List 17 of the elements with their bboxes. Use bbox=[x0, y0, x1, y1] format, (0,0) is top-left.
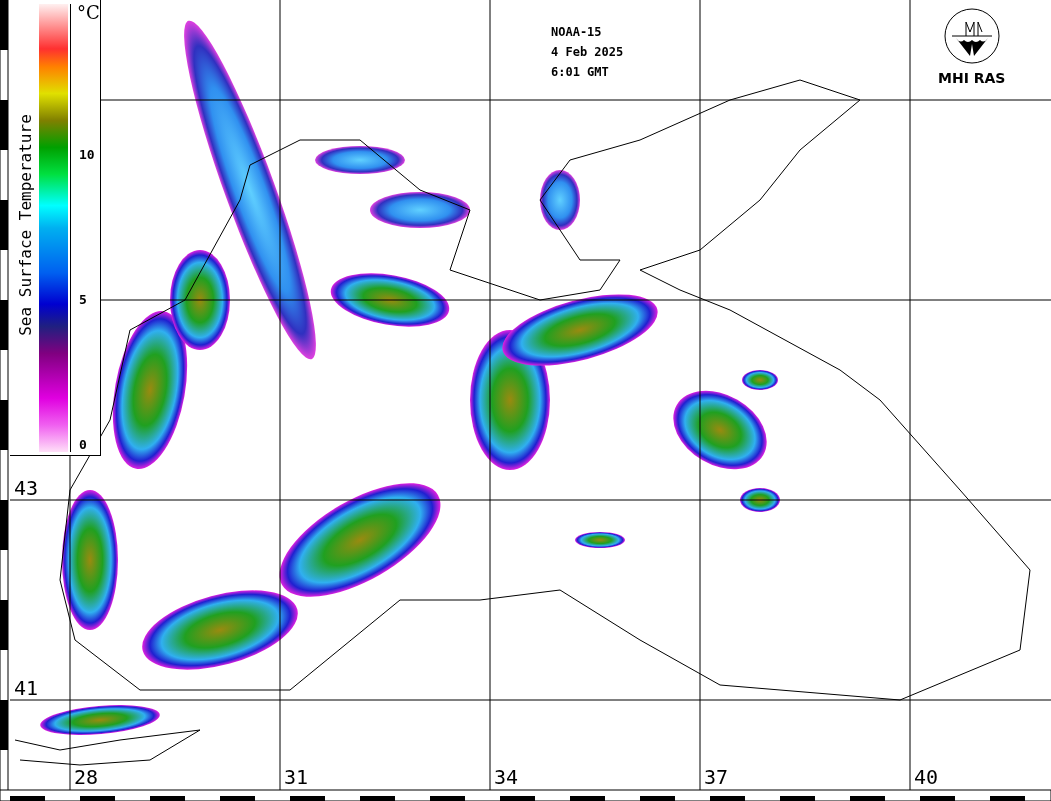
scale-tick-label: 10 bbox=[79, 147, 95, 163]
latitude-label: 41 bbox=[14, 677, 39, 699]
longitude-label: 37 bbox=[704, 766, 729, 788]
scale-tick-label: 0 bbox=[79, 437, 87, 453]
institute-name: MHI RAS bbox=[938, 70, 1006, 86]
longitude-label: 40 bbox=[914, 766, 939, 788]
longitude-label: 31 bbox=[284, 766, 309, 788]
unit-label: °C bbox=[77, 2, 100, 23]
image-time: 6:01 GMT bbox=[551, 64, 610, 81]
longitude-label: 34 bbox=[494, 766, 519, 788]
image-date: 4 Feb 2025 bbox=[551, 44, 624, 61]
longitude-label: 28 bbox=[74, 766, 99, 788]
latitude-label: 43 bbox=[14, 477, 39, 499]
scale-tick-label: 5 bbox=[79, 292, 87, 308]
institute-logo-icon bbox=[943, 8, 1000, 64]
satellite-name: NOAA-15 bbox=[551, 24, 603, 41]
colorbar-title: Sea Surface Temperature bbox=[16, 113, 36, 338]
